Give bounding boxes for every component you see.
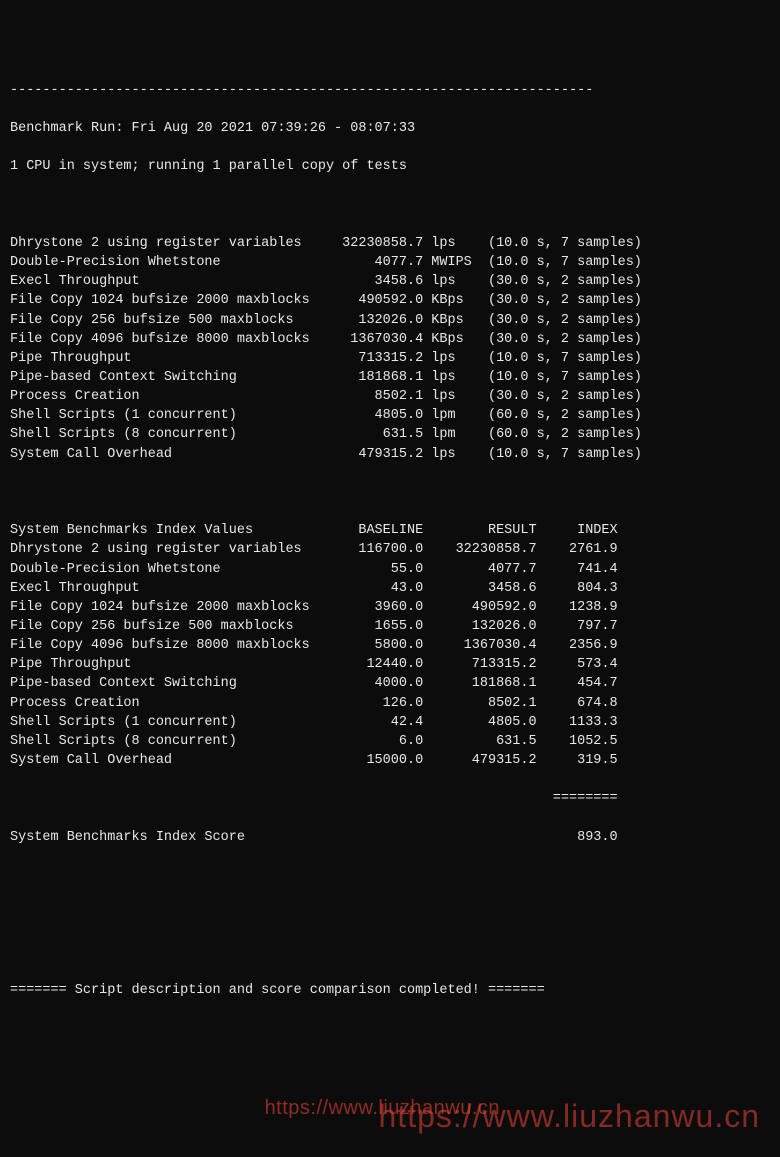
index-row: System Call Overhead 15000.0 479315.2 31…: [10, 751, 770, 770]
blank: [10, 866, 770, 885]
test-row: System Call Overhead 479315.2 lps (10.0 …: [10, 445, 770, 464]
test-row: File Copy 1024 bufsize 2000 maxblocks 49…: [10, 291, 770, 310]
index-row: Pipe-based Context Switching 4000.0 1818…: [10, 674, 770, 693]
test-row: Pipe-based Context Switching 181868.1 lp…: [10, 368, 770, 387]
index-row: File Copy 1024 bufsize 2000 maxblocks 39…: [10, 598, 770, 617]
blank: [10, 943, 770, 962]
index-row: Shell Scripts (8 concurrent) 6.0 631.5 1…: [10, 732, 770, 751]
index-row: File Copy 4096 bufsize 8000 maxblocks 58…: [10, 636, 770, 655]
index-row: Process Creation 126.0 8502.1 674.8: [10, 694, 770, 713]
index-row: Double-Precision Whetstone 55.0 4077.7 7…: [10, 560, 770, 579]
blank: [10, 483, 770, 502]
test-row: File Copy 256 bufsize 500 maxblocks 1320…: [10, 311, 770, 330]
run-header: Benchmark Run: Fri Aug 20 2021 07:39:26 …: [10, 119, 770, 138]
test-row: Shell Scripts (1 concurrent) 4805.0 lpm …: [10, 406, 770, 425]
footer: ======= Script description and score com…: [10, 981, 770, 1000]
test-row: Dhrystone 2 using register variables 322…: [10, 234, 770, 253]
index-table: System Benchmarks Index Values BASELINE …: [10, 521, 770, 770]
test-row: File Copy 4096 bufsize 8000 maxblocks 13…: [10, 330, 770, 349]
test-results: Dhrystone 2 using register variables 322…: [10, 234, 770, 464]
cpu-line: 1 CPU in system; running 1 parallel copy…: [10, 157, 770, 176]
index-row: File Copy 256 bufsize 500 maxblocks 1655…: [10, 617, 770, 636]
index-row: Pipe Throughput 12440.0 713315.2 573.4: [10, 655, 770, 674]
index-row: Execl Throughput 43.0 3458.6 804.3: [10, 579, 770, 598]
test-row: Execl Throughput 3458.6 lps (30.0 s, 2 s…: [10, 272, 770, 291]
blank: [10, 904, 770, 923]
test-row: Shell Scripts (8 concurrent) 631.5 lpm (…: [10, 425, 770, 444]
divider-top: ----------------------------------------…: [10, 81, 770, 100]
score-line: System Benchmarks Index Score 893.0: [10, 828, 770, 847]
test-row: Double-Precision Whetstone 4077.7 MWIPS …: [10, 253, 770, 272]
index-header: System Benchmarks Index Values BASELINE …: [10, 521, 770, 540]
index-row: Dhrystone 2 using register variables 116…: [10, 540, 770, 559]
test-row: Pipe Throughput 713315.2 lps (10.0 s, 7 …: [10, 349, 770, 368]
watermark: https://www.liuzhanwu.cn: [379, 1094, 761, 1139]
blank: [10, 196, 770, 215]
score-divider: ========: [10, 789, 770, 808]
index-row: Shell Scripts (1 concurrent) 42.4 4805.0…: [10, 713, 770, 732]
test-row: Process Creation 8502.1 lps (30.0 s, 2 s…: [10, 387, 770, 406]
